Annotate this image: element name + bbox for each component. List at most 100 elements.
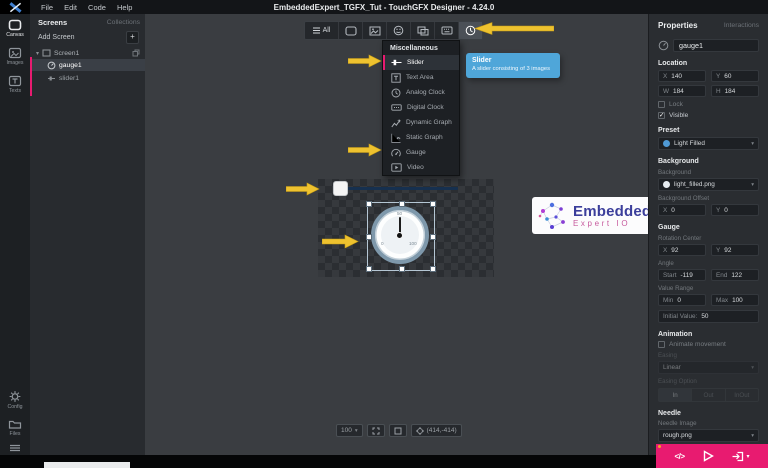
toolbar-buttons-button[interactable] [386,22,410,39]
tab-collections[interactable]: Collections [107,19,140,26]
animate-movement-checkbox[interactable] [658,341,665,348]
tab-interactions[interactable]: Interactions [724,22,759,29]
initial-value-field[interactable]: Initial Value: 50 [658,310,759,323]
background-image-dropdown[interactable]: light_filled.png ▾ [658,178,759,191]
widget-name-input[interactable]: gauge1 [673,38,759,52]
menu-item-static-graph[interactable]: Static Graph [383,130,459,145]
section-gauge: Gauge [658,224,680,231]
toolbar-keyboard-button[interactable] [434,22,458,39]
y-label: Y [716,206,721,214]
menu-item-label: Video [407,164,424,171]
rail-canvas-button[interactable]: Canvas [0,19,30,38]
fit-widget-button[interactable] [388,424,407,437]
annotation-arrow-canvas-gauge [322,234,359,249]
x-field[interactable]: X 140 [658,70,706,82]
zoom-select[interactable]: 100 ▾ [336,424,363,437]
canvas-slider-track[interactable] [344,187,458,190]
needle-image-dropdown[interactable]: rough.png ▾ [658,429,759,442]
window-title: EmbeddedExpert_TGFX_Tut - TouchGFX Desig… [273,2,495,12]
angle-end-field[interactable]: End 122 [711,269,759,281]
y-field[interactable]: Y 60 [711,70,759,82]
menu-code[interactable]: Code [88,3,106,12]
visible-checkbox[interactable]: ✓ [658,112,665,119]
generate-code-button[interactable]: </> [674,452,685,461]
left-rail: Canvas Images Texts Config Files [0,14,30,468]
easing-dropdown[interactable]: Linear ▾ [658,361,759,374]
add-screen-label: Add Screen [38,34,75,41]
tab-properties[interactable]: Properties [658,21,698,30]
logo-line1: Embedded [573,202,652,220]
bg-offset-x-field[interactable]: X0 [658,204,706,216]
easing-option-segmented: In Out InOut [658,388,759,402]
menu-item-gauge[interactable]: Gauge [383,145,459,160]
easing-value: Linear [663,364,681,371]
initial-value: 50 [701,313,709,320]
menu-item-video[interactable]: Video [383,160,459,175]
start-value: -119 [680,271,693,279]
rail-texts-button[interactable]: Texts [0,75,30,94]
gauge-icon [391,148,401,156]
rotation-y-field[interactable]: Y 92 [711,244,759,256]
menu-item-label: Text Area [406,74,434,81]
toolbar-common-button[interactable] [338,22,362,39]
folder-icon [8,420,22,429]
menu-item-text-area[interactable]: Text Area [383,70,459,85]
tooltip-body: A slider consisting of 3 images [472,66,550,72]
easing-in-button[interactable]: In [659,389,692,401]
menu-item-analog-clock[interactable]: Analog Clock [383,85,459,100]
text-area-icon [391,72,401,83]
add-screen-button[interactable]: + [126,31,139,44]
rail-menu-button[interactable] [0,444,30,452]
easing-label: Easing [658,352,677,359]
max-field[interactable]: Max 100 [711,294,759,306]
h-field[interactable]: H 184 [711,85,759,97]
keyboard-icon [441,26,452,35]
run-target-button[interactable]: ▾ [732,451,750,462]
rail-files-button[interactable]: Files [0,418,30,437]
touchgfx-logo-icon[interactable] [0,0,30,14]
bg-offset-y-field[interactable]: Y0 [711,204,759,216]
menu-item-digital-clock[interactable]: Digital Clock [383,100,459,115]
rail-config-button[interactable]: Config [0,390,30,410]
toolbar-all-label: All [322,27,331,34]
angle-start-field[interactable]: Start -119 [658,269,706,281]
preset-dropdown[interactable]: Light Filled ▾ [658,137,759,150]
menu-edit[interactable]: Edit [64,3,77,12]
min-field[interactable]: Min 0 [658,294,706,306]
menu-item-dynamic-graph[interactable]: Dynamic Graph [383,115,459,130]
chevron-down-icon: ▾ [751,181,754,188]
rail-images-button[interactable]: Images [0,47,30,66]
h-label: H [716,87,721,95]
canvas-slider-handle[interactable] [333,181,348,196]
caret-down-icon[interactable]: ▾ [36,50,39,57]
tab-screens[interactable]: Screens [38,18,67,27]
lock-checkbox[interactable] [658,101,665,108]
easing-inout-button[interactable]: InOut [724,389,758,401]
rotation-x-field[interactable]: X 92 [658,244,706,256]
slider-tooltip: Slider A slider consisting of 3 images [466,53,560,79]
section-animation: Animation [658,331,693,338]
tree-item-slider1[interactable]: slider1 [30,72,145,84]
visible-label: Visible [669,112,689,119]
copy-screen-icon[interactable] [132,49,140,57]
tree-item-gauge1[interactable]: gauge1 [30,59,145,71]
rail-config-label: Config [7,404,23,410]
toolbar-all-button[interactable]: All [305,22,338,39]
gauge-selection-box[interactable] [366,201,436,272]
tree-item-screen1[interactable]: ▾ Screen1 [30,47,145,59]
menu-item-slider[interactable]: Slider [383,55,459,70]
x-label: X [663,206,668,214]
x-label: X [663,246,668,254]
fit-screen-button[interactable] [366,424,385,437]
menu-item-label: Digital Clock [407,104,444,111]
angle-label: Angle [658,260,674,267]
w-field[interactable]: W 184 [658,85,706,97]
toolbar-images-button[interactable] [362,22,386,39]
chevron-down-icon: ▾ [751,364,754,371]
run-simulator-icon[interactable] [703,450,714,462]
toolbar-containers-button[interactable] [410,22,434,39]
easing-out-button[interactable]: Out [691,389,724,401]
screen-icon [42,49,51,57]
menu-help[interactable]: Help [117,3,132,12]
menu-file[interactable]: File [41,3,53,12]
